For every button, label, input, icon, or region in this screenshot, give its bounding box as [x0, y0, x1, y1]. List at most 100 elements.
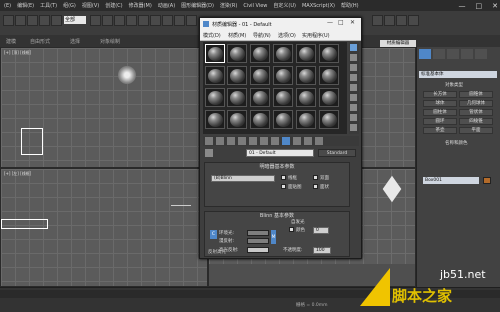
viewport-left[interactable]: [+] [左] [线框] [0, 168, 208, 287]
make-preview-icon[interactable] [350, 94, 357, 101]
sample-slot[interactable] [227, 66, 247, 85]
sample-slot[interactable] [273, 110, 293, 129]
select-by-material-icon[interactable] [350, 114, 357, 121]
render-frame-icon[interactable] [396, 15, 407, 26]
plane-button[interactable]: 平面 [459, 127, 493, 134]
primitive-type-dropdown[interactable]: 标准基本体 [419, 71, 497, 78]
name-color-header[interactable]: 名称和颜色 [445, 140, 468, 146]
render-icon[interactable] [408, 15, 419, 26]
sample-slot[interactable] [319, 66, 339, 85]
box-button[interactable]: 长方体 [423, 91, 457, 98]
mirror-icon[interactable] [174, 15, 185, 26]
opacity-spinner[interactable]: 100 [313, 247, 331, 254]
viewport-top[interactable]: [+] [顶] [线框] [0, 47, 208, 168]
sample-slot[interactable] [273, 88, 293, 107]
create-tab-icon[interactable] [419, 49, 431, 59]
wire-checkbox[interactable] [281, 175, 286, 180]
move-icon[interactable] [114, 15, 125, 26]
teapot-button[interactable]: 茶壶 [423, 127, 457, 134]
tube-button[interactable]: 管状体 [459, 109, 493, 116]
bind-icon[interactable] [51, 15, 62, 26]
assign-material-icon[interactable] [227, 137, 235, 145]
two-sided-checkbox[interactable] [313, 175, 318, 180]
backlight-icon[interactable] [350, 54, 357, 61]
select-object-icon[interactable] [90, 15, 101, 26]
box-object-outline[interactable] [171, 205, 191, 209]
close-button[interactable]: ✕ [492, 2, 498, 10]
sample-slot[interactable] [205, 44, 225, 63]
display-tab-icon[interactable] [475, 49, 487, 59]
specular-color-swatch[interactable] [247, 247, 269, 253]
cone-button[interactable]: 圆锥体 [459, 91, 493, 98]
rotate-icon[interactable] [126, 15, 137, 26]
sample-type-icon[interactable] [350, 44, 357, 51]
object-type-header[interactable]: 对象类型 [445, 82, 463, 88]
pyramid-button[interactable]: 四棱锥 [459, 118, 493, 125]
menu-options[interactable]: 选项(O) [278, 32, 296, 39]
specular-highlights-header[interactable]: 反射高光 [208, 249, 226, 255]
uv-tiling-icon[interactable] [350, 74, 357, 81]
align-icon[interactable] [186, 15, 197, 26]
shader-dropdown[interactable]: (B)Blinn [211, 175, 275, 182]
menu-item[interactable]: 图形编辑器(D) [181, 2, 214, 9]
maximize-button[interactable]: □ [338, 19, 344, 26]
menu-item[interactable]: 创建(C) [105, 2, 122, 9]
motion-tab-icon[interactable] [461, 49, 473, 59]
object-name-field[interactable]: Box001 [423, 177, 479, 184]
viewport-front[interactable] [360, 47, 416, 168]
make-unique-icon[interactable] [249, 137, 257, 145]
hierarchy-tab-icon[interactable] [447, 49, 459, 59]
minimize-button[interactable]: — [327, 19, 333, 26]
menu-material[interactable]: 材质(M) [228, 32, 246, 39]
self-illum-spinner[interactable]: 0 [313, 227, 329, 234]
object-color-swatch[interactable] [483, 177, 491, 184]
undo-icon[interactable] [3, 15, 14, 26]
ambient-color-swatch[interactable] [247, 230, 269, 236]
menu-item[interactable]: 渲染(R) [220, 2, 237, 9]
geosphere-button[interactable]: 几何球体 [459, 100, 493, 107]
video-check-icon[interactable] [350, 84, 357, 91]
maximize-button[interactable]: □ [476, 2, 483, 10]
viewport-label[interactable]: [+] [左] [线框] [4, 171, 31, 177]
box-object-outline[interactable] [1, 219, 48, 229]
material-name-field[interactable]: 01 - Default [246, 149, 314, 157]
rollout-header[interactable]: Blinn 基本参数 [205, 212, 349, 220]
angle-snap-icon[interactable] [162, 15, 173, 26]
sample-slot[interactable] [319, 110, 339, 129]
sample-slot[interactable] [296, 44, 316, 63]
redo-icon[interactable] [15, 15, 26, 26]
material-map-navigator-icon[interactable] [350, 124, 357, 131]
render-setup-icon[interactable] [372, 15, 383, 26]
modify-tab-icon[interactable] [433, 49, 445, 59]
sample-slot[interactable] [205, 66, 225, 85]
options-icon[interactable] [350, 104, 357, 111]
sample-slot[interactable] [250, 66, 270, 85]
torus-button[interactable]: 圆环 [423, 118, 457, 125]
rollout-header[interactable]: 明暗器基本参数 [205, 163, 349, 171]
sample-slot[interactable] [250, 44, 270, 63]
get-material-icon[interactable] [205, 137, 213, 145]
unlink-icon[interactable] [39, 15, 50, 26]
face-map-checkbox[interactable] [281, 184, 286, 189]
menu-item[interactable]: (E) [4, 3, 11, 9]
material-editor-icon[interactable] [384, 15, 395, 26]
pick-material-icon[interactable] [205, 149, 213, 157]
scale-icon[interactable] [138, 15, 149, 26]
ribbon-tab-freeform[interactable]: 自由形式 [30, 38, 50, 45]
sample-slot[interactable] [296, 88, 316, 107]
minimize-button[interactable]: — [459, 2, 466, 10]
sample-slot[interactable] [205, 88, 225, 107]
menu-item[interactable]: 动画(A) [158, 2, 175, 9]
sample-slot[interactable] [319, 88, 339, 107]
background-icon[interactable] [350, 64, 357, 71]
show-end-result-icon[interactable] [293, 137, 301, 145]
ribbon-tab-modeling[interactable]: 建模 [6, 38, 16, 45]
put-to-library-icon[interactable] [260, 137, 268, 145]
select-by-name-icon[interactable] [102, 15, 113, 26]
sample-slot[interactable] [319, 44, 339, 63]
menu-item[interactable]: MAXScript(X) [302, 3, 335, 9]
go-to-parent-icon[interactable] [304, 137, 312, 145]
menu-item[interactable]: 自定义(U) [273, 2, 296, 9]
viewcube-icon[interactable] [118, 66, 136, 84]
sample-slot[interactable] [296, 110, 316, 129]
